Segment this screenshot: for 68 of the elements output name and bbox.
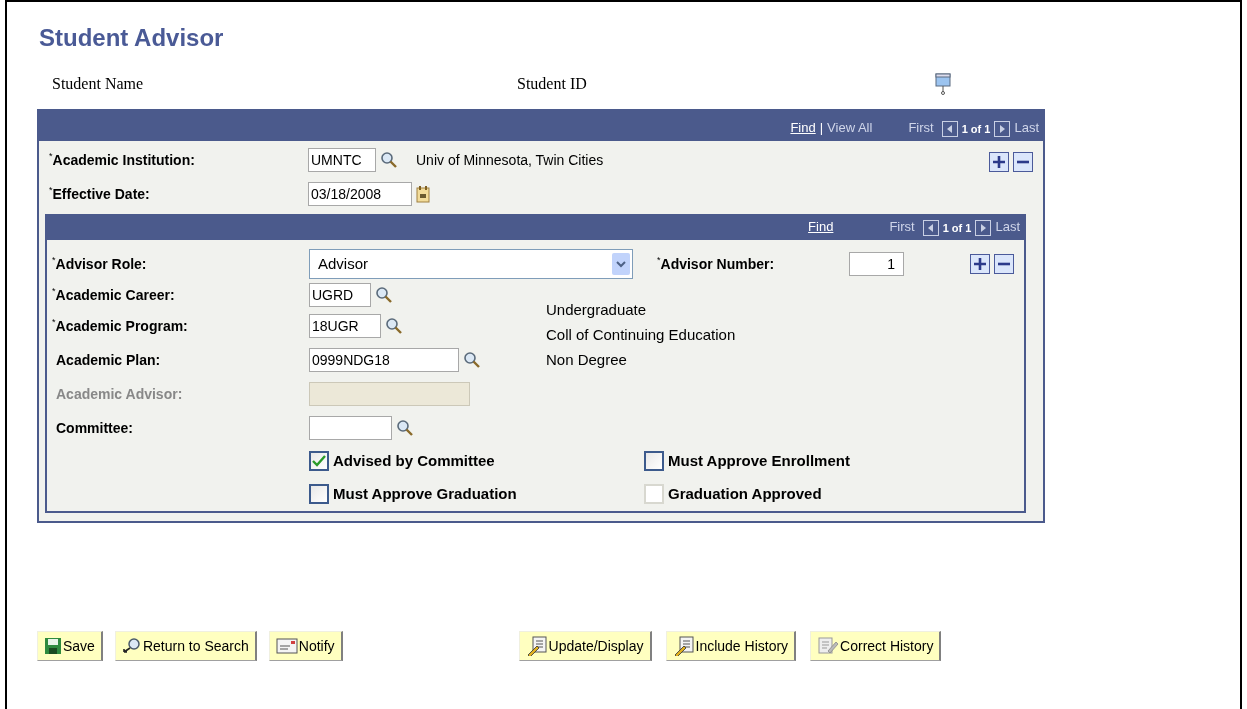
search-icon[interactable] (385, 317, 403, 335)
toolbar-button[interactable]: Include History (665, 631, 797, 661)
field-label: *Effective Date: (49, 183, 151, 204)
student-name-label: Student Name (51, 74, 145, 94)
checkbox-label: Advised by Committee (333, 451, 495, 471)
toolbar-button[interactable]: Correct History (810, 631, 942, 661)
first-link[interactable]: First (908, 117, 934, 137)
search-icon (121, 637, 142, 655)
toolbar-button[interactable]: Update/Display (518, 631, 652, 661)
checkbox[interactable] (309, 483, 329, 504)
checkbox[interactable] (309, 451, 329, 472)
input-field[interactable]: 1 (849, 252, 904, 276)
page-count: 1 of 1 (942, 220, 972, 236)
field-label: *Academic Program: (52, 315, 189, 336)
input-field[interactable]: UMNTC (308, 148, 376, 172)
toolbar-button[interactable]: Notify (268, 631, 343, 661)
institution-description: Univ of Minnesota, Twin Cities (416, 150, 604, 170)
next-icon[interactable] (994, 121, 1011, 137)
view-all-link[interactable]: View All (827, 117, 873, 137)
toolbar-button[interactable]: Return to Search (114, 631, 257, 661)
field-label: *Academic Institution: (49, 149, 196, 170)
last-link[interactable]: Last (995, 216, 1020, 236)
pencil-document-icon (672, 636, 695, 656)
field-label: *Advisor Role: (52, 253, 148, 274)
page-title: Student Advisor (39, 26, 225, 50)
input-field[interactable]: 03/18/2008 (308, 182, 412, 206)
next-icon[interactable] (975, 220, 992, 236)
description-text: Coll of Continuing Education (546, 325, 736, 345)
find-link[interactable]: Find (790, 117, 816, 137)
field-label: Committee: (55, 418, 134, 438)
delete-row-icon[interactable] (1013, 152, 1033, 172)
check-icon (312, 455, 326, 468)
pencil-document-icon (525, 636, 548, 656)
checkbox[interactable] (644, 451, 664, 472)
previous-icon[interactable] (941, 121, 958, 137)
delete-row-icon[interactable] (994, 254, 1014, 274)
calendar-icon[interactable] (416, 185, 430, 203)
add-row-icon[interactable] (989, 152, 1009, 172)
first-link[interactable]: First (889, 216, 915, 236)
description-text: Undergraduate (546, 300, 648, 320)
advisor-role-dropdown[interactable]: Advisor (309, 249, 633, 279)
input-field[interactable]: 18UGR (309, 314, 381, 338)
input-field[interactable]: UGRD (309, 283, 371, 307)
field-label: Academic Advisor: (55, 384, 184, 404)
envelope-icon (275, 637, 298, 655)
find-link[interactable]: Find (808, 216, 834, 236)
search-icon[interactable] (396, 419, 414, 437)
search-icon[interactable] (380, 151, 398, 169)
edit-document-icon (817, 636, 840, 656)
add-row-icon[interactable] (970, 254, 990, 274)
last-link[interactable]: Last (1014, 117, 1039, 137)
projector-screen-icon[interactable] (935, 72, 951, 96)
page-count: 1 of 1 (961, 121, 991, 137)
separator: | (819, 118, 824, 137)
checkbox-label: Must Approve Enrollment (668, 451, 850, 471)
search-icon[interactable] (375, 286, 393, 304)
previous-icon[interactable] (922, 220, 939, 236)
field-label: *Advisor Number: (657, 253, 776, 274)
input-field[interactable] (309, 416, 392, 440)
checkbox-label: Must Approve Graduation (333, 483, 517, 504)
field-label: *Academic Career: (52, 284, 176, 305)
field-label: Academic Plan: (55, 350, 162, 370)
input-field[interactable]: 0999NDG18 (309, 348, 459, 372)
student-id-label: Student ID (517, 74, 588, 94)
description-text: Non Degree (546, 350, 628, 370)
checkbox-label: Graduation Approved (668, 483, 822, 504)
toolbar-button[interactable]: Save (37, 631, 103, 661)
search-icon[interactable] (463, 351, 481, 369)
